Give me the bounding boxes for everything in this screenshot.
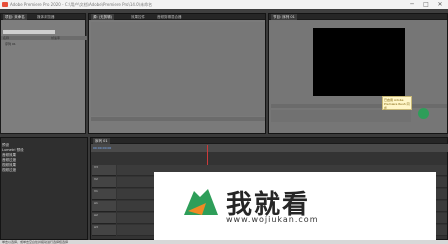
source-tabbar: 源: (无剪辑) 效果控件 音频剪辑混合器	[89, 14, 265, 20]
watermark-url: www.wojiukan.com	[226, 215, 319, 224]
title-bar: Adobe Premiere Pro 2020 - C:\用户\文档\Adobe…	[0, 0, 448, 9]
effects-item[interactable]: 音频过渡	[2, 158, 86, 162]
project-column-header: 名称 帧速率	[1, 36, 87, 40]
program-transport-controls[interactable]	[271, 110, 411, 122]
effects-item[interactable]: 视频过渡	[2, 168, 86, 172]
app-icon	[2, 2, 8, 7]
window-title: Adobe Premiere Pro 2020 - C:\用户\文档\Adobe…	[10, 2, 153, 7]
rush-sync-tooltip: 已启用 Adobe Premiere Rush 同步	[382, 96, 412, 110]
timeline-timecode[interactable]: 00:00:00:00	[93, 146, 111, 150]
track-header[interactable]: A1	[92, 201, 116, 212]
column-framerate: 帧速率	[51, 36, 61, 40]
maximize-button[interactable]: □	[421, 1, 431, 8]
effects-item[interactable]: 预设	[2, 143, 86, 147]
effects-item[interactable]: Lumetri 预设	[2, 148, 86, 152]
tab-audio-clip-mixer[interactable]: 音频剪辑混合器	[155, 14, 184, 20]
column-name: 名称	[3, 36, 10, 40]
program-viewer[interactable]	[313, 28, 405, 96]
close-button[interactable]: ✕	[435, 1, 445, 8]
project-panel: 项目: 未命名 媒体浏览器 名称 帧速率 序列 01	[0, 13, 87, 134]
tab-media-browser[interactable]: 媒体浏览器	[35, 14, 57, 20]
minimize-button[interactable]: ─	[407, 1, 417, 8]
effects-item[interactable]: 视频效果	[2, 163, 86, 167]
effects-item[interactable]: 音频效果	[2, 153, 86, 157]
track-header[interactable]: V2	[92, 177, 116, 188]
project-item[interactable]: 序列 01	[1, 42, 87, 46]
source-timebar[interactable]	[91, 117, 265, 121]
effects-panel: 预设 Lumetri 预设 音频效果 音频过渡 视频效果 视频过渡	[0, 137, 88, 240]
program-tabbar: 节目: 序列 01	[269, 14, 447, 20]
tab-program[interactable]: 节目: 序列 01	[271, 14, 297, 20]
status-bar: 单击以选择，或单击空白处并拖动进行选择框选择	[0, 240, 448, 244]
source-monitor-panel: 源: (无剪辑) 效果控件 音频剪辑混合器	[88, 13, 266, 134]
tab-source[interactable]: 源: (无剪辑)	[91, 14, 115, 20]
tab-project[interactable]: 项目: 未命名	[3, 14, 27, 20]
project-tabbar: 项目: 未命名 媒体浏览器	[1, 14, 85, 20]
rush-sync-button[interactable]	[418, 108, 429, 119]
track-header[interactable]: V3	[92, 165, 116, 176]
tab-effect-controls[interactable]: 效果控件	[129, 14, 147, 20]
track-header[interactable]: V1	[92, 189, 116, 200]
source-transport-controls[interactable]	[91, 122, 265, 132]
track-header[interactable]: A3	[92, 225, 116, 236]
project-search-input[interactable]	[3, 30, 55, 34]
track-header[interactable]: A2	[92, 213, 116, 224]
timeline-ruler[interactable]: 00:00:00:00	[91, 144, 448, 152]
source-viewer[interactable]	[91, 22, 265, 116]
watermark-logo-icon	[184, 189, 218, 215]
